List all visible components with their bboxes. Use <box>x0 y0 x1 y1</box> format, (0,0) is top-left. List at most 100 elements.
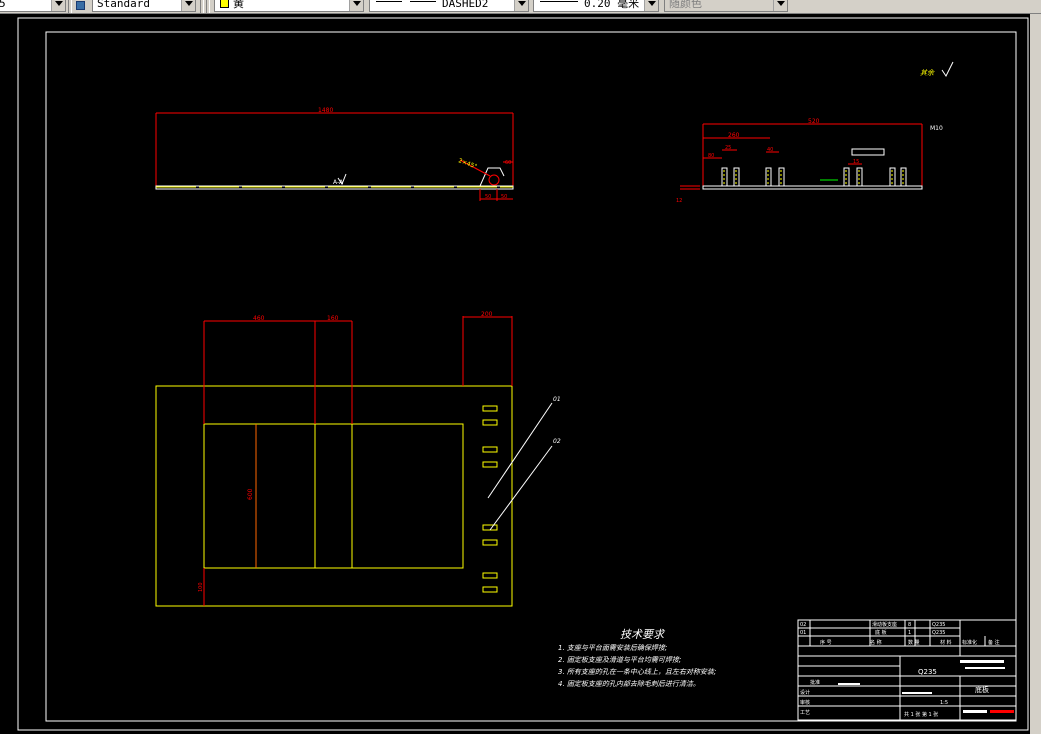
layer-combo[interactable]: 5 <box>0 0 66 12</box>
dim-80-text: 80 <box>708 153 714 159</box>
tb-row2-material: Q235 <box>932 630 945 636</box>
tb-header-material: 材 料 <box>940 639 952 646</box>
toolbar-separator <box>68 0 72 13</box>
slot-group <box>482 405 498 593</box>
tb-redacted-bar <box>965 667 1005 669</box>
toolbar-separator <box>206 0 210 13</box>
tb-redacted-bar <box>960 660 1004 663</box>
sheet-inner-border <box>45 31 1017 722</box>
chevron-down-icon[interactable] <box>644 0 658 11</box>
tb-redacted-bar <box>990 710 1014 713</box>
title-block-frame <box>797 619 1017 721</box>
tech-requirements-title: 技术要求 <box>620 628 664 641</box>
tb-sheet: 共 1 张 第 1 张 <box>904 711 938 718</box>
dim-600-text: 600 <box>247 488 254 500</box>
title-block <box>797 619 1017 721</box>
tb-row1-material: Q235 <box>932 622 945 628</box>
chevron-down-icon[interactable] <box>514 0 528 11</box>
tb-row1-qty: 8 <box>908 622 911 628</box>
linetype-sample-icon <box>410 1 436 2</box>
linetype-combo-value: DASHED2 <box>442 0 489 10</box>
total-dimension-text: 520 <box>808 118 820 125</box>
tolerance-box <box>851 148 885 156</box>
dim-260-text: 260 <box>728 132 740 139</box>
tb-redacted-bar <box>902 692 932 694</box>
tb-label-design: 设计 <box>800 689 810 696</box>
color-combo[interactable]: 黄 <box>214 0 364 12</box>
chevron-down-icon[interactable] <box>181 0 195 11</box>
tb-row2-name: 底 板 <box>875 629 887 636</box>
front-view: 1480 A-A 2×45° 60 50 50 <box>155 107 514 201</box>
cad-drawing: 其余 1480 A-A 2×45° 60 50 50 520 M10 260 8 <box>17 17 1029 731</box>
chamfer-outline <box>479 167 505 187</box>
tb-row2-qty: 1 <box>908 630 911 636</box>
tb-row1-name: 滑动板支座 <box>872 621 897 628</box>
length-dimension-text: 1480 <box>318 107 333 114</box>
layer-combo-value: 5 <box>0 0 6 11</box>
side-view: 520 M10 260 80 25 40 15 12 <box>676 118 943 204</box>
plate-top-outline <box>155 385 513 607</box>
tech-requirement-item: 4. 固定板支座的孔内部去除毛刺后进行清洁。 <box>558 680 700 688</box>
tb-redacted-bar <box>963 710 987 713</box>
tb-header-remark: 备 注 <box>988 639 1000 646</box>
support-hidden-lines <box>723 170 904 186</box>
detail-circle <box>488 174 500 186</box>
chamfer-note-text: 2×45° <box>457 157 478 170</box>
lineweight-combo-value: 0.20 毫米 <box>584 0 640 10</box>
small-dim-text: 50 <box>485 194 491 200</box>
leader-line <box>489 445 553 531</box>
dim-460-text: 460 <box>253 315 265 322</box>
toolbar-separator <box>200 0 204 13</box>
tb-label-process: 工艺 <box>800 710 810 716</box>
side-note-text: M10 <box>930 125 943 132</box>
surface-roughness-symbol: 其余 <box>920 61 954 77</box>
tb-label-standard: 标准化 <box>962 639 977 646</box>
leader-01-text: 01 <box>553 396 561 403</box>
small-dim-text: 60 <box>505 160 511 166</box>
surface-roughness-text: 其余 <box>920 69 935 77</box>
tb-redacted-bar <box>838 683 860 685</box>
tb-header-qty: 数 量 <box>908 639 920 646</box>
dim-200-text: 200 <box>481 311 493 318</box>
color-swatch-icon <box>220 0 229 8</box>
dim-25-text: 25 <box>725 145 731 151</box>
lineweight-combo[interactable]: 0.20 毫米 <box>533 0 659 12</box>
tb-scale: 1:5 <box>940 700 948 706</box>
text-style-value: Standard <box>97 0 150 10</box>
roughness-check-icon <box>941 61 954 77</box>
chevron-down-icon[interactable] <box>773 0 787 11</box>
dim-160-text: 160 <box>327 315 339 322</box>
leader-02-text: 02 <box>553 438 561 445</box>
support-group <box>721 167 907 187</box>
tech-requirement-item: 1. 支座与平台面需安装后确保焊接; <box>558 644 668 652</box>
vertical-scrollbar[interactable] <box>1030 14 1041 734</box>
tech-requirement-item: 2. 固定板支座及滑道与平台均需可焊接; <box>558 656 682 664</box>
tb-material: Q235 <box>918 668 937 676</box>
tb-row1-no: 02 <box>800 622 806 628</box>
color-combo-value: 黄 <box>233 0 244 10</box>
height-dim-text: 12 <box>676 198 682 204</box>
text-style-combo[interactable]: Standard <box>92 0 196 12</box>
small-dim-text: 50 <box>501 194 507 200</box>
inner-frame <box>203 423 464 569</box>
drawing-canvas[interactable]: 其余 1480 A-A 2×45° 60 50 50 520 M10 260 8 <box>0 14 1030 734</box>
dim-40-text: 40 <box>767 147 773 153</box>
linetype-sample-icon <box>376 1 402 2</box>
lineweight-sample-icon <box>540 1 578 2</box>
chevron-down-icon[interactable] <box>51 0 65 11</box>
text-style-icon[interactable] <box>76 1 85 10</box>
plot-style-value: 随颜色 <box>669 0 702 10</box>
top-view: 460 160 200 600 100 01 02 <box>155 311 561 607</box>
chevron-down-icon[interactable] <box>349 0 363 11</box>
dim-100-text: 100 <box>198 582 204 592</box>
leader-line <box>487 402 553 499</box>
tb-header-no: 序 号 <box>820 639 832 646</box>
tb-label-approve: 批准 <box>810 679 820 686</box>
tb-header-name: 名 称 <box>870 639 882 646</box>
tb-row2-no: 01 <box>800 630 806 636</box>
dim-15-text: 15 <box>853 159 859 165</box>
tech-requirement-item: 3. 所有支座的孔在一条中心线上，且左右对称安装; <box>558 668 717 676</box>
linetype-combo[interactable]: DASHED2 <box>369 0 529 12</box>
tb-label-review: 审核 <box>800 699 810 706</box>
plot-style-combo[interactable]: 随颜色 <box>664 0 788 12</box>
